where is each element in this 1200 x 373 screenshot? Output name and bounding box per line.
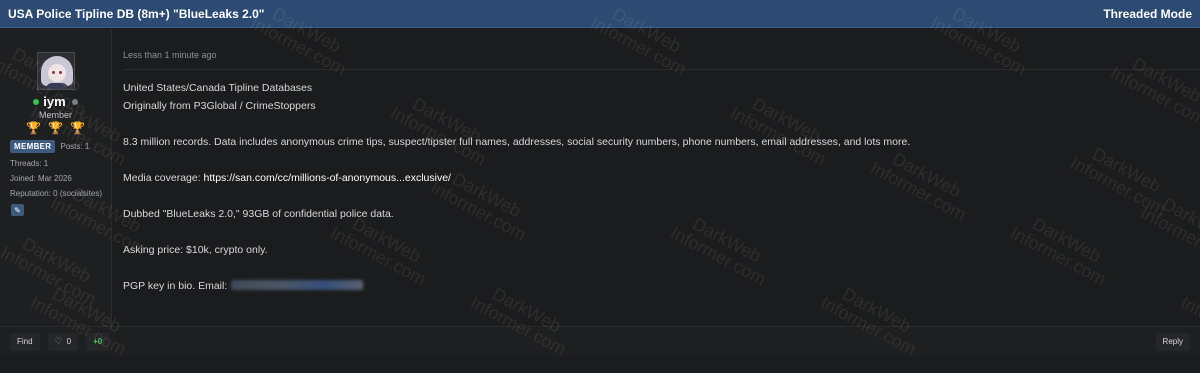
threaded-mode-link[interactable]: Threaded Mode bbox=[1103, 7, 1192, 21]
post-timestamp: Less than 1 minute ago bbox=[123, 50, 217, 60]
join-date: Joined: Mar 2026 bbox=[10, 174, 72, 183]
pgp-text: PGP key in bio. Email: bbox=[123, 280, 228, 292]
avatar[interactable] bbox=[36, 52, 75, 90]
member-badge: MEMBER bbox=[10, 140, 56, 153]
find-button[interactable]: Find bbox=[10, 332, 40, 351]
find-label: Find bbox=[17, 337, 33, 346]
heart-icon: ♡ bbox=[54, 336, 63, 346]
trophy-icon: 🏆 bbox=[69, 121, 85, 135]
post-body: United States/Canada Tipline Databases O… bbox=[123, 79, 1200, 295]
post-line: Dubbed "BlueLeaks 2.0," 93GB of confiden… bbox=[123, 208, 394, 220]
pgp-line: PGP key in bio. Email: bbox=[123, 277, 1200, 295]
like-count: 0 bbox=[66, 337, 72, 346]
online-status-icon bbox=[33, 98, 40, 105]
media-link[interactable]: https://san.com/cc/millions-of-anonymous… bbox=[204, 172, 451, 184]
username[interactable]: iym bbox=[43, 94, 65, 109]
thread-count: Threads: 1 bbox=[10, 159, 49, 168]
trophy-icon: 🏆 bbox=[26, 121, 42, 135]
thread-title: USA Police Tipline DB (8m+) "BlueLeaks 2… bbox=[8, 6, 265, 21]
post-count: Posts: 1 bbox=[60, 142, 90, 151]
media-coverage-line: Media coverage: https://san.com/cc/milli… bbox=[123, 169, 1200, 187]
media-prefix: Media coverage: bbox=[123, 172, 204, 184]
status-icon bbox=[71, 98, 78, 105]
reputation-button[interactable]: +0 bbox=[86, 332, 110, 351]
post: iym Member 🏆 🏆 🏆 MEMBER Posts: 1 Threads… bbox=[0, 29, 1200, 326]
reply-button[interactable]: Reply bbox=[1155, 332, 1190, 351]
trophy-icon: 🏆 bbox=[48, 121, 63, 135]
author-sidebar: iym Member 🏆 🏆 🏆 MEMBER Posts: 1 Threads… bbox=[0, 29, 112, 326]
reputation-value: +0 bbox=[93, 337, 103, 346]
redacted-email bbox=[231, 280, 364, 290]
post-divider bbox=[123, 69, 1200, 70]
thread-header: USA Police Tipline DB (8m+) "BlueLeaks 2… bbox=[0, 0, 1200, 28]
post-line: Originally from P3Global / CrimeStoppers bbox=[123, 100, 316, 112]
reply-label: Reply bbox=[1162, 337, 1183, 346]
post-line: Asking price: $10k, crypto only. bbox=[123, 244, 268, 256]
post-content: Less than 1 minute ago United States/Can… bbox=[112, 29, 1200, 326]
like-button[interactable]: ♡ 0 bbox=[47, 332, 79, 351]
reputation[interactable]: Reputation: 0 (socialsites) bbox=[0, 189, 111, 198]
post-line: 8.3 million records. Data includes anony… bbox=[123, 136, 911, 148]
post-footer: Find ♡ 0 +0 Reply bbox=[0, 326, 1200, 356]
user-rank: Member bbox=[38, 110, 72, 120]
trophy-row: 🏆 🏆 🏆 bbox=[26, 121, 85, 135]
post-line: United States/Canada Tipline Databases bbox=[123, 82, 313, 94]
edit-pencil-icon[interactable]: ✎ bbox=[11, 204, 24, 216]
